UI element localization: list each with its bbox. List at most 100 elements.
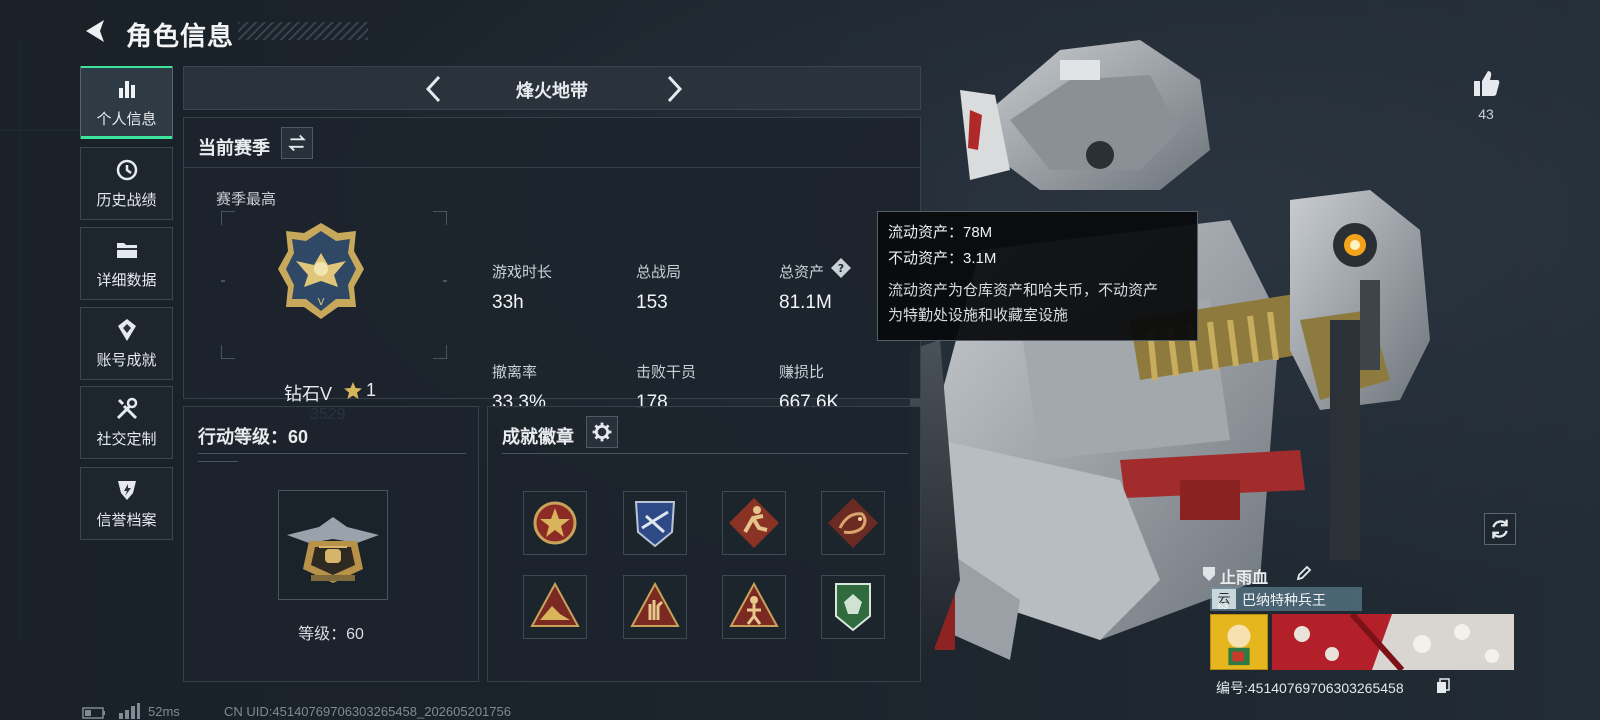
hand-sign-badge-icon xyxy=(630,581,680,627)
action-level-panel: 行动等级：60 等级：60 xyxy=(183,406,479,682)
nav-label: 信誉档案 xyxy=(96,512,157,529)
badge-slot[interactable] xyxy=(523,491,587,555)
tooltip-desc-line: 为特勤处设施和收藏室设施 xyxy=(888,307,1069,324)
tooltip-desc-line: 流动资产为仓库资产和哈夫币，不动资产 xyxy=(888,282,1159,299)
thumbs-up-icon[interactable] xyxy=(1470,67,1502,99)
badge-slot[interactable] xyxy=(623,575,687,639)
badge-slot[interactable] xyxy=(722,491,786,555)
divider xyxy=(198,461,238,462)
season-best-label: 赛季最高 xyxy=(216,191,277,208)
runner-badge-icon xyxy=(729,498,779,548)
season-panel: 当前赛季 赛季最高 V 钻石V 1 3529 游戏时长 33h 总战局 xyxy=(183,117,922,423)
green-shield-badge-icon xyxy=(835,583,871,632)
nav-item-detail-data[interactable]: 详细数据 xyxy=(80,227,173,300)
edit-pencil-icon[interactable] xyxy=(1295,564,1313,582)
stat-label: 总战局 xyxy=(636,264,682,281)
badge-slot[interactable] xyxy=(623,491,687,555)
rank-name: 钻石V xyxy=(284,384,333,404)
tools-icon xyxy=(116,397,137,420)
divider xyxy=(502,453,908,454)
stat-label: 赚损比 xyxy=(779,364,825,381)
nav-item-account-achievements[interactable]: 账号成就 xyxy=(80,307,173,380)
network-ping: 52ms xyxy=(148,704,180,719)
shield-credit-icon xyxy=(117,481,136,500)
stat-label: 撤离率 xyxy=(492,364,538,381)
swap-season-button[interactable] xyxy=(281,127,313,159)
nav-label: 个人信息 xyxy=(96,111,157,128)
footer-uid: CN UID:4514076970630326545​8_20260520175… xyxy=(224,704,511,719)
copy-icon[interactable] xyxy=(1436,678,1450,694)
svg-text:V: V xyxy=(318,297,325,308)
nav-item-credit-profile[interactable]: 信誉档案 xyxy=(80,467,173,540)
stat-value: 81.1M xyxy=(779,292,832,313)
badge-slot[interactable] xyxy=(821,491,885,555)
help-question-icon[interactable]: ? xyxy=(830,257,852,279)
assets-tooltip: 流动资产：78M 不动资产：3.1M 流动资产为仓库资产和哈夫币，不动资产 为特… xyxy=(877,211,1198,341)
player-title-bar: 云 63 巴纳特种兵王 xyxy=(1210,587,1362,611)
climber-badge-icon xyxy=(729,581,779,627)
chevron-right-icon[interactable] xyxy=(659,73,689,105)
stat-value: 153 xyxy=(636,292,668,313)
decor-line xyxy=(20,40,21,640)
bar-chart-icon xyxy=(118,81,135,98)
nav-item-social-custom[interactable]: 社交定制 xyxy=(80,386,173,459)
nav-label: 详细数据 xyxy=(96,272,157,289)
stat-play-time: 游戏时长 33h xyxy=(492,261,552,314)
player-avatar[interactable] xyxy=(1210,614,1268,670)
player-uid: 编号:4514076970630326545​8 xyxy=(1216,680,1404,696)
level-text: 等级：60 xyxy=(298,626,364,643)
diamond-rank-emblem-icon: V xyxy=(278,223,364,319)
nav-item-history[interactable]: 历史战绩 xyxy=(80,147,173,220)
season-title: 当前赛季 xyxy=(198,138,270,158)
title-level: 63 xyxy=(1218,601,1229,611)
badge-slot[interactable] xyxy=(722,575,786,639)
nav-item-personal-info[interactable]: 个人信息 xyxy=(80,66,173,139)
season-header: 当前赛季 xyxy=(184,118,922,168)
stat-total-assets: 总资产 81.1M xyxy=(779,261,832,314)
badge-slot[interactable] xyxy=(821,575,885,639)
blue-shield-badge-icon xyxy=(634,501,676,548)
star-medal-icon xyxy=(533,501,577,545)
signal-strength-icon xyxy=(119,703,140,719)
action-level-title: 行动等级：60 xyxy=(198,427,309,447)
divider xyxy=(198,453,466,454)
hill-badge-icon xyxy=(530,581,580,627)
tooltip-fixed-assets: 不动资产：3.1M xyxy=(888,250,997,267)
rank-star-count: 1 xyxy=(366,380,377,400)
star-icon xyxy=(344,382,362,399)
dragon-badge-icon xyxy=(828,498,878,548)
player-title-text: 巴纳特种兵王 xyxy=(1242,592,1326,608)
stat-label: 游戏时长 xyxy=(492,264,553,281)
gear-icon[interactable] xyxy=(586,416,618,448)
stat-label: 总资产 xyxy=(779,264,825,281)
battery-icon xyxy=(82,707,105,719)
player-banner-image xyxy=(1272,614,1514,670)
page-title: 角色信息 xyxy=(126,21,235,51)
mode-selector: 烽火地带 xyxy=(183,66,921,110)
like-count: 43 xyxy=(1478,106,1494,122)
stat-label: 击败干员 xyxy=(636,364,697,381)
stat-value: 33h xyxy=(492,292,524,313)
nav-label: 历史战绩 xyxy=(96,192,157,209)
nav-label: 账号成就 xyxy=(96,352,157,369)
refresh-icon[interactable] xyxy=(1484,513,1516,545)
tooltip-description: 流动资产为仓库资产和哈夫币，不动资产 为特勤处设施和收藏室设施 xyxy=(888,278,1187,328)
helicopter-level-badge-icon xyxy=(287,517,379,583)
player-name: 止雨血 xyxy=(1220,570,1269,587)
clock-history-icon xyxy=(116,159,137,181)
achievement-title: 成就徽章 xyxy=(502,427,574,447)
stat-total-matches: 总战局 153 xyxy=(636,261,681,314)
decor-line xyxy=(0,130,80,131)
svg-text:?: ? xyxy=(838,262,844,275)
back-arrow-icon[interactable] xyxy=(80,16,110,46)
shield-icon xyxy=(1203,567,1215,581)
nav-label: 社交定制 xyxy=(96,431,157,448)
folder-icon xyxy=(116,243,137,258)
achievement-badges-panel: 成就徽章 xyxy=(487,406,921,682)
badge-slot[interactable] xyxy=(523,575,587,639)
tooltip-liquid-assets: 流动资产：78M xyxy=(888,224,993,241)
mode-title: 烽火地带 xyxy=(516,81,588,101)
achievement-icon xyxy=(117,319,136,341)
title-decoration xyxy=(238,22,368,40)
level-badge-frame xyxy=(278,490,388,600)
